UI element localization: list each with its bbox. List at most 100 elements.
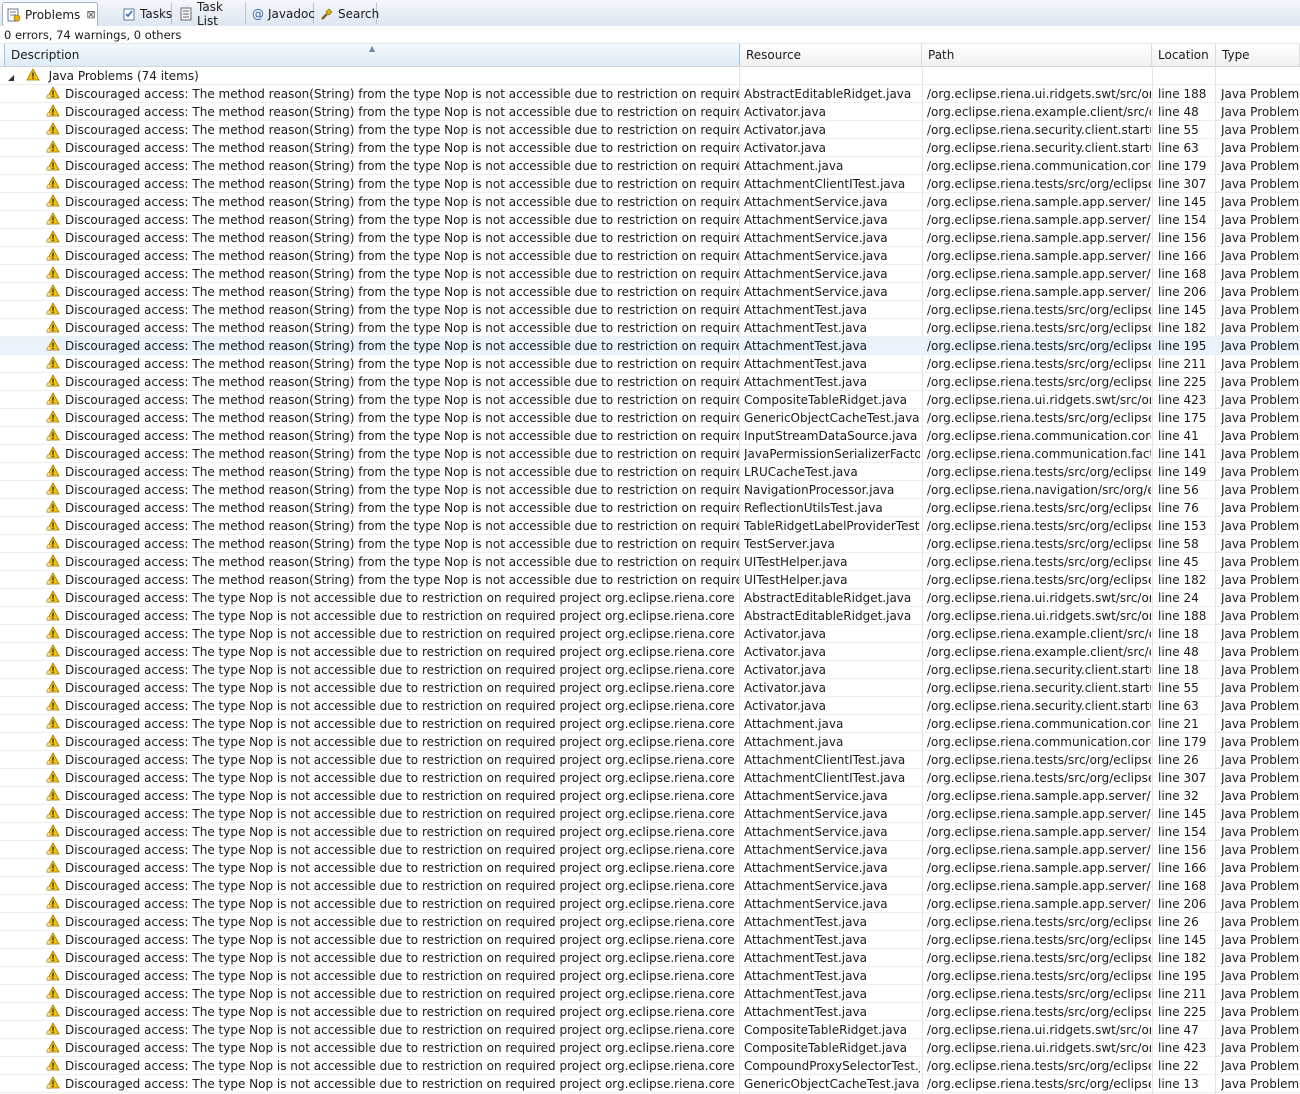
path-cell: /org.eclipse.riena.communication.core/..… bbox=[927, 429, 1151, 443]
warning-icon bbox=[46, 1040, 60, 1054]
table-row[interactable]: Discouraged access: The method reason(St… bbox=[0, 373, 1300, 391]
table-row[interactable]: Discouraged access: The type Nop is not … bbox=[0, 805, 1300, 823]
table-row[interactable]: Discouraged access: The method reason(St… bbox=[0, 193, 1300, 211]
location-cell: line 182 bbox=[1158, 573, 1207, 587]
table-row[interactable]: Discouraged access: The type Nop is not … bbox=[0, 931, 1300, 949]
table-row[interactable]: Discouraged access: The type Nop is not … bbox=[0, 697, 1300, 715]
description-text: Discouraged access: The method reason(St… bbox=[65, 285, 739, 299]
table-row[interactable]: Discouraged access: The type Nop is not … bbox=[0, 1021, 1300, 1039]
type-cell: Java Problem bbox=[1221, 267, 1300, 281]
column-header-type[interactable]: Type bbox=[1216, 44, 1300, 66]
table-row[interactable]: Discouraged access: The type Nop is not … bbox=[0, 985, 1300, 1003]
table-row[interactable]: Discouraged access: The method reason(St… bbox=[0, 517, 1300, 535]
location-cell: line 58 bbox=[1158, 537, 1199, 551]
table-row[interactable]: Discouraged access: The method reason(St… bbox=[0, 265, 1300, 283]
tab-tasks[interactable]: Tasks bbox=[117, 2, 172, 24]
problem-description: Discouraged access: The type Nop is not … bbox=[46, 1021, 739, 1038]
table-row[interactable]: Discouraged access: The method reason(St… bbox=[0, 319, 1300, 337]
table-row[interactable]: Discouraged access: The method reason(St… bbox=[0, 139, 1300, 157]
type-cell: Java Problem bbox=[1221, 231, 1300, 245]
table-row[interactable]: Discouraged access: The method reason(St… bbox=[0, 355, 1300, 373]
warning-icon bbox=[46, 536, 60, 550]
table-row[interactable]: Discouraged access: The type Nop is not … bbox=[0, 787, 1300, 805]
description-text: Discouraged access: The type Nop is not … bbox=[65, 915, 735, 929]
table-row[interactable]: Discouraged access: The type Nop is not … bbox=[0, 661, 1300, 679]
table-row[interactable]: Discouraged access: The type Nop is not … bbox=[0, 895, 1300, 913]
table-row[interactable]: Discouraged access: The method reason(St… bbox=[0, 301, 1300, 319]
table-row[interactable]: Discouraged access: The type Nop is not … bbox=[0, 751, 1300, 769]
tab-task-list[interactable]: Task List bbox=[174, 0, 246, 28]
path-cell: /org.eclipse.riena.ui.ridgets.swt/src/or… bbox=[927, 87, 1151, 101]
at-sign-icon: @ bbox=[252, 6, 264, 21]
table-row[interactable]: Discouraged access: The method reason(St… bbox=[0, 481, 1300, 499]
group-row-java-problems[interactable]: ◢ Java Problems (74 items) bbox=[0, 67, 1300, 85]
table-row[interactable]: Discouraged access: The type Nop is not … bbox=[0, 643, 1300, 661]
table-row[interactable]: Discouraged access: The method reason(St… bbox=[0, 391, 1300, 409]
table-row[interactable]: Discouraged access: The type Nop is not … bbox=[0, 913, 1300, 931]
table-row[interactable]: Discouraged access: The type Nop is not … bbox=[0, 823, 1300, 841]
resource-cell: AttachmentService.java bbox=[744, 807, 888, 821]
path-cell: /org.eclipse.riena.security.client.start… bbox=[927, 699, 1151, 713]
table-row[interactable]: Discouraged access: The method reason(St… bbox=[0, 571, 1300, 589]
table-row[interactable]: Discouraged access: The method reason(St… bbox=[0, 85, 1300, 103]
description-text: Discouraged access: The type Nop is not … bbox=[65, 861, 735, 875]
table-row[interactable]: Discouraged access: The type Nop is not … bbox=[0, 967, 1300, 985]
table-row[interactable]: Discouraged access: The method reason(St… bbox=[0, 103, 1300, 121]
table-row[interactable]: Discouraged access: The type Nop is not … bbox=[0, 733, 1300, 751]
table-row[interactable]: Discouraged access: The method reason(St… bbox=[0, 553, 1300, 571]
table-row[interactable]: Discouraged access: The type Nop is not … bbox=[0, 1057, 1300, 1075]
table-row[interactable]: Discouraged access: The type Nop is not … bbox=[0, 1003, 1300, 1021]
column-header-resource[interactable]: Resource bbox=[740, 44, 922, 66]
table-row[interactable]: Discouraged access: The type Nop is not … bbox=[0, 679, 1300, 697]
table-row[interactable]: Discouraged access: The type Nop is not … bbox=[0, 877, 1300, 895]
table-row[interactable]: Discouraged access: The type Nop is not … bbox=[0, 769, 1300, 787]
tab-problems[interactable]: Problems ⊠ bbox=[2, 2, 98, 26]
type-cell: Java Problem bbox=[1221, 177, 1300, 191]
table-row[interactable]: Discouraged access: The type Nop is not … bbox=[0, 715, 1300, 733]
type-cell: Java Problem bbox=[1221, 897, 1300, 911]
table-row[interactable]: Discouraged access: The method reason(St… bbox=[0, 157, 1300, 175]
tab-javadoc[interactable]: @ Javadoc bbox=[247, 2, 315, 24]
table-row[interactable]: Discouraged access: The method reason(St… bbox=[0, 427, 1300, 445]
table-row[interactable]: Discouraged access: The method reason(St… bbox=[0, 175, 1300, 193]
table-row[interactable]: Discouraged access: The method reason(St… bbox=[0, 229, 1300, 247]
location-cell: line 166 bbox=[1158, 861, 1207, 875]
table-row[interactable]: Discouraged access: The method reason(St… bbox=[0, 121, 1300, 139]
table-row[interactable]: Discouraged access: The method reason(St… bbox=[0, 463, 1300, 481]
table-row[interactable]: Discouraged access: The type Nop is not … bbox=[0, 841, 1300, 859]
table-row[interactable]: Discouraged access: The type Nop is not … bbox=[0, 859, 1300, 877]
table-row[interactable]: Discouraged access: The method reason(St… bbox=[0, 247, 1300, 265]
problem-description: Discouraged access: The method reason(St… bbox=[46, 103, 739, 120]
table-row[interactable]: Discouraged access: The type Nop is not … bbox=[0, 625, 1300, 643]
tab-search[interactable]: Search bbox=[315, 2, 379, 24]
resource-cell: CompositeTableRidget.java bbox=[744, 1023, 908, 1037]
table-row[interactable]: Discouraged access: The method reason(St… bbox=[0, 211, 1300, 229]
column-header-location[interactable]: Location bbox=[1152, 44, 1216, 66]
table-row[interactable]: Discouraged access: The type Nop is not … bbox=[0, 949, 1300, 967]
warning-icon bbox=[46, 590, 60, 604]
description-text: Discouraged access: The method reason(St… bbox=[65, 555, 739, 569]
expand-collapse-icon[interactable]: ◢ bbox=[8, 69, 18, 84]
problem-description: Discouraged access: The method reason(St… bbox=[46, 193, 739, 210]
location-cell: line 21 bbox=[1158, 717, 1199, 731]
problem-description: Discouraged access: The type Nop is not … bbox=[46, 931, 739, 948]
table-row[interactable]: Discouraged access: The type Nop is not … bbox=[0, 1075, 1300, 1093]
table-row[interactable]: Discouraged access: The method reason(St… bbox=[0, 445, 1300, 463]
column-header-path[interactable]: Path bbox=[922, 44, 1152, 66]
table-row[interactable]: Discouraged access: The method reason(St… bbox=[0, 409, 1300, 427]
table-row[interactable]: Discouraged access: The type Nop is not … bbox=[0, 589, 1300, 607]
location-cell: line 188 bbox=[1158, 87, 1207, 101]
table-row[interactable]: Discouraged access: The type Nop is not … bbox=[0, 1039, 1300, 1057]
table-row[interactable]: Discouraged access: The method reason(St… bbox=[0, 337, 1300, 355]
location-cell: line 48 bbox=[1158, 645, 1199, 659]
type-cell: Java Problem bbox=[1221, 159, 1300, 173]
problems-table-body[interactable]: ◢ Java Problems (74 items) Discouraged a… bbox=[0, 66, 1300, 1094]
column-header-description[interactable]: Description ▲ bbox=[4, 44, 740, 66]
close-icon[interactable]: ⊠ bbox=[86, 8, 95, 21]
type-cell: Java Problem bbox=[1221, 123, 1300, 137]
table-row[interactable]: Discouraged access: The type Nop is not … bbox=[0, 607, 1300, 625]
table-row[interactable]: Discouraged access: The method reason(St… bbox=[0, 535, 1300, 553]
resource-cell: AttachmentService.java bbox=[744, 825, 888, 839]
table-row[interactable]: Discouraged access: The method reason(St… bbox=[0, 283, 1300, 301]
table-row[interactable]: Discouraged access: The method reason(St… bbox=[0, 499, 1300, 517]
